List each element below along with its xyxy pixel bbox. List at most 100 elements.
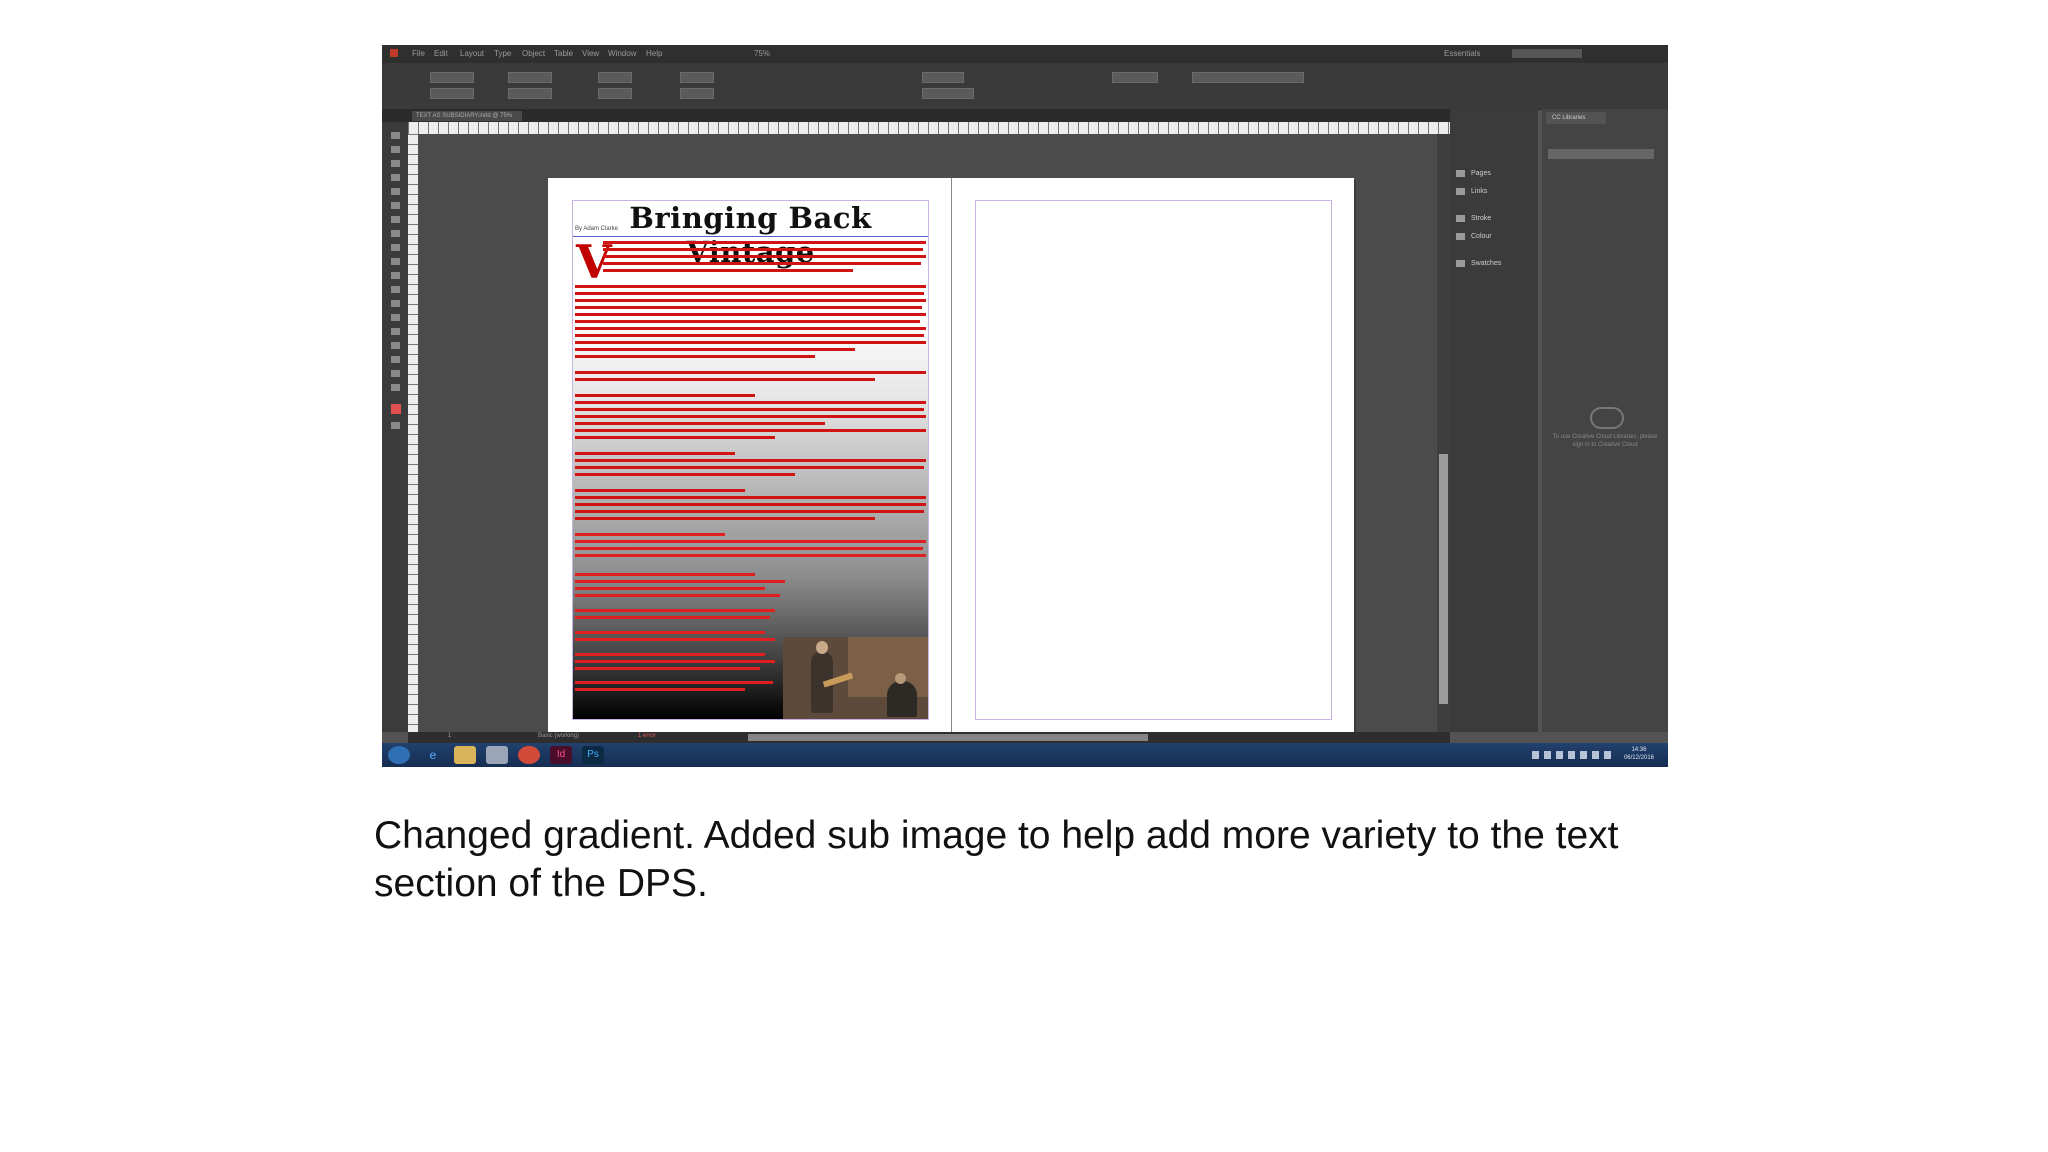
dock-stroke[interactable]: Stroke (1456, 212, 1536, 225)
gradient-swatch-tool-icon[interactable] (391, 314, 400, 321)
page-number-field[interactable]: 1 (448, 733, 451, 739)
spread-spine (951, 178, 952, 744)
rotate-field[interactable] (680, 72, 714, 83)
workspace-switcher[interactable]: Essentials (1444, 49, 1480, 58)
selection-tool-icon[interactable] (391, 132, 400, 139)
horizontal-scrollbar[interactable]: 1 Basic (working) 1 error (408, 732, 1450, 743)
article-headline: Bringing Back Vintage (629, 201, 872, 269)
menu-layout[interactable]: Layout (460, 49, 484, 58)
width-field[interactable] (508, 72, 552, 83)
menu-table[interactable]: Table (554, 49, 573, 58)
menu-help[interactable]: Help (646, 49, 662, 58)
body-text-line (575, 320, 920, 323)
library-select[interactable] (1548, 149, 1654, 159)
chrome-icon[interactable] (518, 746, 540, 764)
stroke-weight-field[interactable] (922, 72, 964, 83)
body-text-line (575, 415, 926, 418)
internet-explorer-icon[interactable]: e (422, 746, 444, 764)
scale-x-field[interactable] (598, 72, 632, 83)
rectangle-frame-tool-icon[interactable] (391, 258, 400, 265)
screen-mode-icon[interactable] (391, 422, 400, 429)
menu-view[interactable]: View (582, 49, 599, 58)
rectangle-tool-icon[interactable] (391, 272, 400, 279)
body-text-line (575, 313, 926, 316)
direct-selection-tool-icon[interactable] (391, 146, 400, 153)
body-text-line (575, 660, 775, 663)
sub-image-guitarists[interactable] (783, 637, 928, 719)
stroke-type-select[interactable] (922, 88, 974, 99)
body-text-line (575, 653, 765, 656)
start-button-icon[interactable] (388, 746, 410, 764)
left-page-text-frame[interactable]: Bringing Back Vintage By Adam Clarke V (572, 200, 929, 720)
menu-object[interactable]: Object (522, 49, 545, 58)
scissors-tool-icon[interactable] (391, 286, 400, 293)
vertical-scrollbar[interactable] (1437, 134, 1450, 732)
indesign-icon[interactable]: Id (550, 746, 572, 764)
x-field[interactable] (430, 72, 474, 83)
photo-person-head (895, 673, 906, 684)
line-tool-icon[interactable] (391, 216, 400, 223)
dock-links[interactable]: Links (1456, 185, 1536, 198)
menu-edit[interactable]: Edit (434, 49, 448, 58)
menu-file[interactable]: File (412, 49, 425, 58)
body-text-line (603, 241, 926, 244)
body-text-line (603, 262, 921, 265)
hand-tool-icon[interactable] (391, 370, 400, 377)
dock-pages[interactable]: Pages (1456, 167, 1536, 180)
preflight-profile[interactable]: Basic (working) (538, 733, 579, 739)
body-text-line (575, 306, 922, 309)
body-text-line (575, 573, 755, 576)
dock-swatches[interactable]: Swatches (1456, 257, 1536, 270)
right-page-frame[interactable] (975, 200, 1332, 720)
body-text-line (575, 510, 924, 513)
file-explorer-icon[interactable] (454, 746, 476, 764)
preflight-errors[interactable]: 1 error (638, 733, 656, 739)
menu-type[interactable]: Type (494, 49, 511, 58)
gradient-feather-tool-icon[interactable] (391, 328, 400, 335)
opacity-field[interactable] (1112, 72, 1158, 83)
document-tab[interactable]: TEXT AS SUBSIDIARY.indd @ 75% (412, 111, 522, 121)
body-text-line (575, 459, 926, 462)
cc-libraries-tab[interactable]: CC Libraries (1546, 112, 1606, 124)
body-text-line (575, 299, 926, 302)
page-tool-icon[interactable] (391, 160, 400, 167)
media-player-icon[interactable] (486, 746, 508, 764)
pen-tool-icon[interactable] (391, 230, 400, 237)
scale-y-field[interactable] (598, 88, 632, 99)
free-transform-tool-icon[interactable] (391, 300, 400, 307)
clock-time: 14:36 (1631, 747, 1647, 753)
search-input[interactable] (1512, 49, 1582, 58)
photoshop-icon[interactable]: Ps (582, 746, 604, 764)
indesign-screenshot: File Edit Layout Type Object Table View … (382, 45, 1668, 767)
content-collector-icon[interactable] (391, 188, 400, 195)
body-text-line (575, 348, 855, 351)
zoom-tool-icon[interactable] (391, 384, 400, 391)
vertical-scroll-thumb[interactable] (1439, 454, 1448, 704)
dock-colour[interactable]: Colour (1456, 230, 1536, 243)
taskbar-clock[interactable]: 14:36 06/12/2016 (1624, 746, 1654, 762)
app-logo-icon (390, 49, 398, 57)
shear-field[interactable] (680, 88, 714, 99)
system-tray-icons[interactable] (1532, 751, 1612, 759)
zoom-level[interactable]: 75% (754, 49, 770, 58)
body-text-line (575, 496, 926, 499)
eyedropper-tool-icon[interactable] (391, 356, 400, 363)
fill-stroke-icon[interactable] (391, 404, 401, 414)
headline-rule (573, 236, 928, 237)
frame-fitting-select[interactable] (1192, 72, 1304, 83)
body-text-line (575, 503, 926, 506)
body-text-line (575, 616, 770, 619)
horizontal-scroll-thumb[interactable] (748, 734, 1148, 741)
body-text-line (575, 631, 765, 634)
dock-label: Stroke (1471, 215, 1492, 222)
menu-window[interactable]: Window (608, 49, 636, 58)
type-tool-icon[interactable] (391, 202, 400, 209)
body-text-line (575, 667, 760, 670)
body-text-line (575, 473, 795, 476)
height-field[interactable] (508, 88, 552, 99)
sign-in-message: To use Creative Cloud Libraries, please … (1552, 434, 1658, 448)
gap-tool-icon[interactable] (391, 174, 400, 181)
note-tool-icon[interactable] (391, 342, 400, 349)
y-field[interactable] (430, 88, 474, 99)
pencil-tool-icon[interactable] (391, 244, 400, 251)
